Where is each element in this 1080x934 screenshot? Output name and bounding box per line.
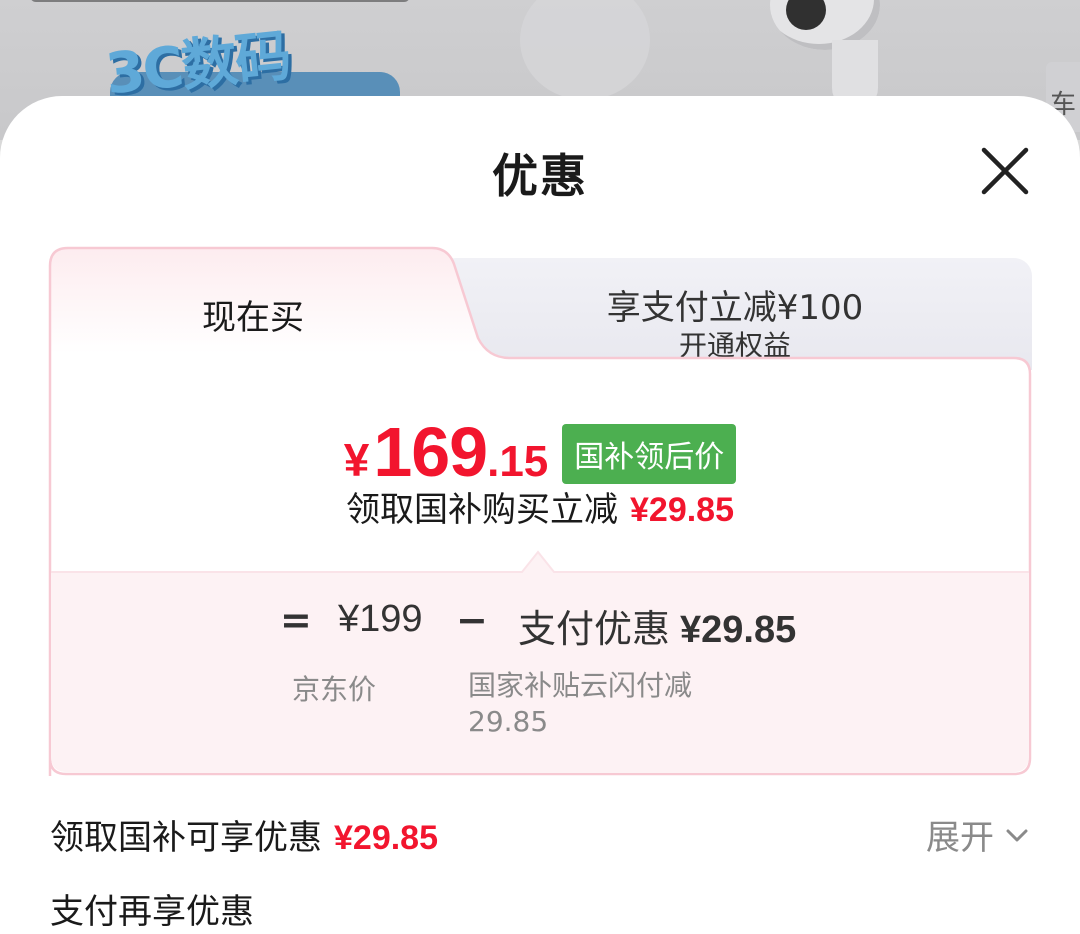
subsidy-price-badge: 国补领后价 <box>562 424 737 484</box>
national-subsidy-label: 领取国补可享优惠 <box>50 818 322 858</box>
price-currency-symbol: ¥ <box>343 434 370 486</box>
tab-pay-discount-title: 享支付立减¥100 <box>606 288 864 328</box>
final-price-row: ¥ 169 .15 国补领后价 <box>48 412 1032 492</box>
price-integer: 169 <box>373 413 488 491</box>
expand-button[interactable]: 展开 <box>926 810 1032 859</box>
formula-base-price: ¥199 <box>338 598 423 640</box>
formula-equals: = <box>280 598 312 642</box>
formula-base-note: 京东价 <box>292 673 377 706</box>
national-subsidy-amount: ¥29.85 <box>334 819 438 857</box>
formula-discount-label: 支付优惠 <box>518 607 671 651</box>
discount-sheet: 优惠 享支付立减¥100 开通权益 现在买 ¥ 169 .15 国补领后价 领取… <box>0 96 1080 934</box>
payment-discount-row: 支付再享优惠 <box>50 892 254 932</box>
national-subsidy-row: 领取国补可享优惠 ¥29.85 展开 <box>50 810 1032 858</box>
tab-buy-now[interactable]: 现在买 <box>202 290 304 339</box>
tab-pay-discount-subtitle: 开通权益 <box>678 329 791 362</box>
price-decimal: .15 <box>487 437 549 486</box>
background-headline <box>30 0 410 2</box>
subsidy-reduction-label: 领取国补购买立减 <box>346 490 618 530</box>
subsidy-reduction-row: 领取国补购买立减 ¥29.85 <box>48 482 1032 531</box>
sheet-title: 优惠 <box>492 149 588 203</box>
formula-discount: 支付优惠 ¥29.85 <box>518 598 796 653</box>
tab-pay-discount[interactable]: 享支付立减¥100 开通权益 <box>438 258 1032 370</box>
background-earbud-image <box>520 0 650 100</box>
final-price: ¥ 169 .15 <box>344 412 549 492</box>
subsidy-reduction-amount: ¥29.85 <box>630 491 734 529</box>
chevron-down-icon <box>1006 829 1028 841</box>
expand-label: 展开 <box>926 818 994 858</box>
formula-discount-note: 国家补贴云闪付减29.85 <box>468 669 693 738</box>
formula-discount-amount: ¥29.85 <box>680 609 797 651</box>
close-button[interactable] <box>978 144 1032 198</box>
formula-minus: − <box>456 598 488 642</box>
close-icon <box>981 147 1029 195</box>
